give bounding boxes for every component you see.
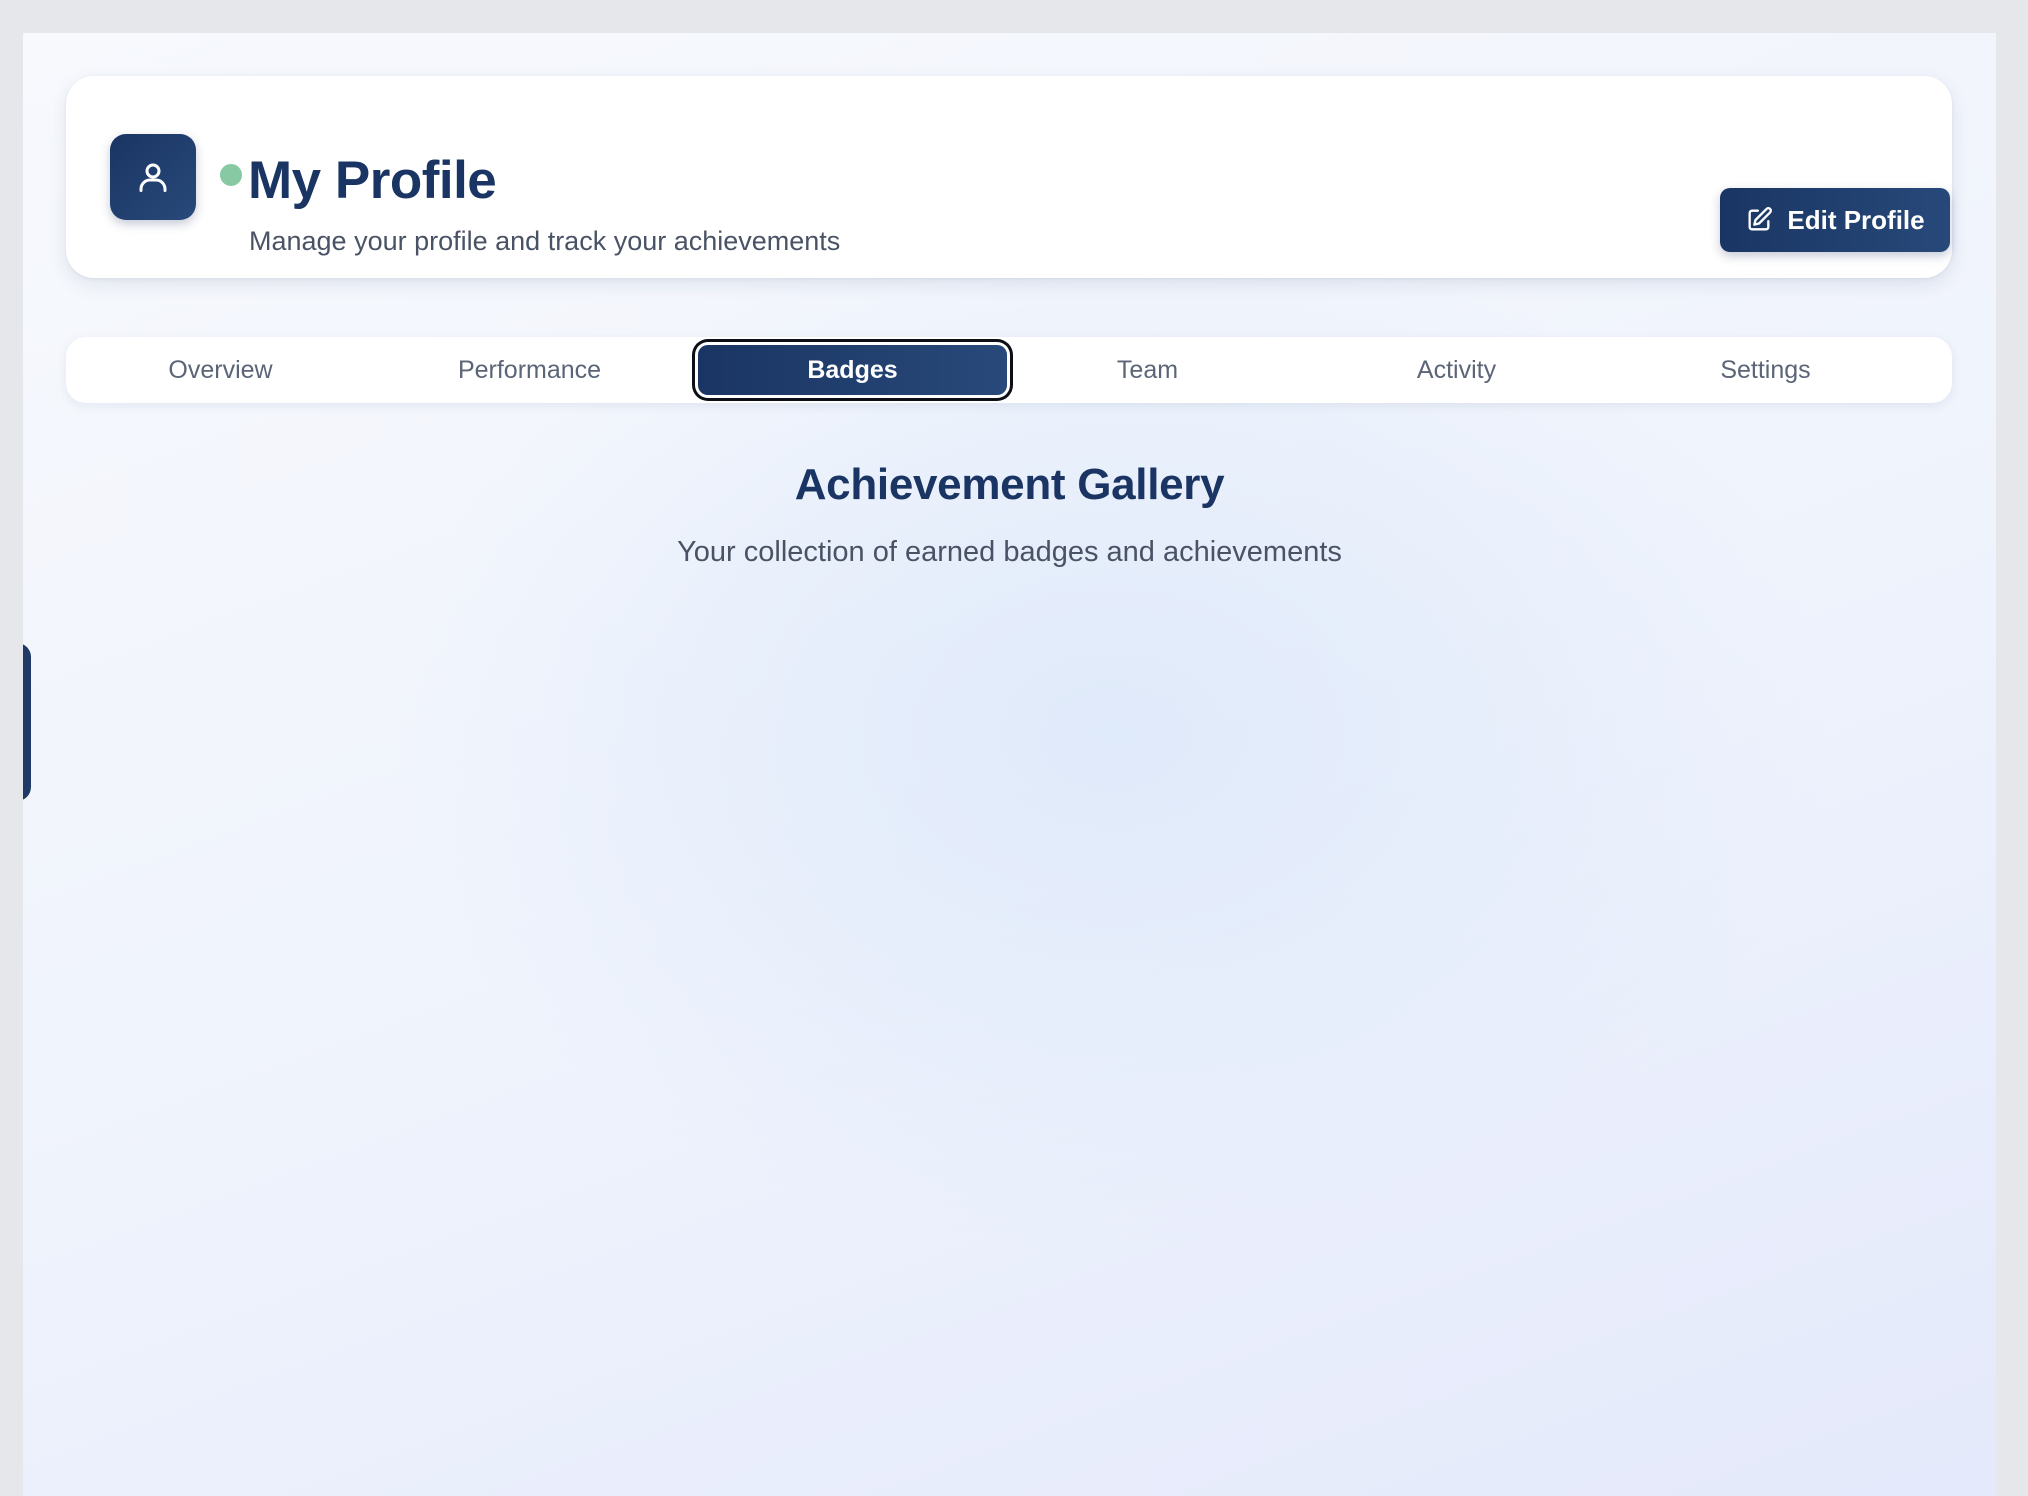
online-status-indicator [218, 162, 244, 188]
tab-badges[interactable]: Badges [698, 345, 1007, 395]
edit-profile-button[interactable]: Edit Profile [1720, 188, 1950, 252]
tab-bar: Overview Performance Badges Team Activit… [66, 337, 1952, 403]
user-icon [139, 163, 167, 192]
sidebar-toggle-handle[interactable] [23, 643, 31, 801]
tab-activity[interactable]: Activity [1302, 337, 1611, 403]
page-title: My Profile [248, 151, 497, 210]
page-subtitle: Manage your profile and track your achie… [249, 226, 841, 256]
tab-settings[interactable]: Settings [1611, 337, 1920, 403]
tab-overview[interactable]: Overview [66, 337, 375, 403]
tab-team[interactable]: Team [993, 337, 1302, 403]
edit-icon [1748, 207, 1773, 231]
page: My Profile Manage your profile and track… [23, 33, 1996, 1496]
edit-profile-label: Edit Profile [1787, 204, 1925, 235]
profile-header-card: My Profile Manage your profile and track… [66, 76, 1952, 278]
section-title: Achievement Gallery [794, 460, 1225, 509]
avatar [110, 134, 196, 220]
tab-performance[interactable]: Performance [375, 337, 684, 403]
section-subtitle: Your collection of earned badges and ach… [677, 536, 1342, 568]
